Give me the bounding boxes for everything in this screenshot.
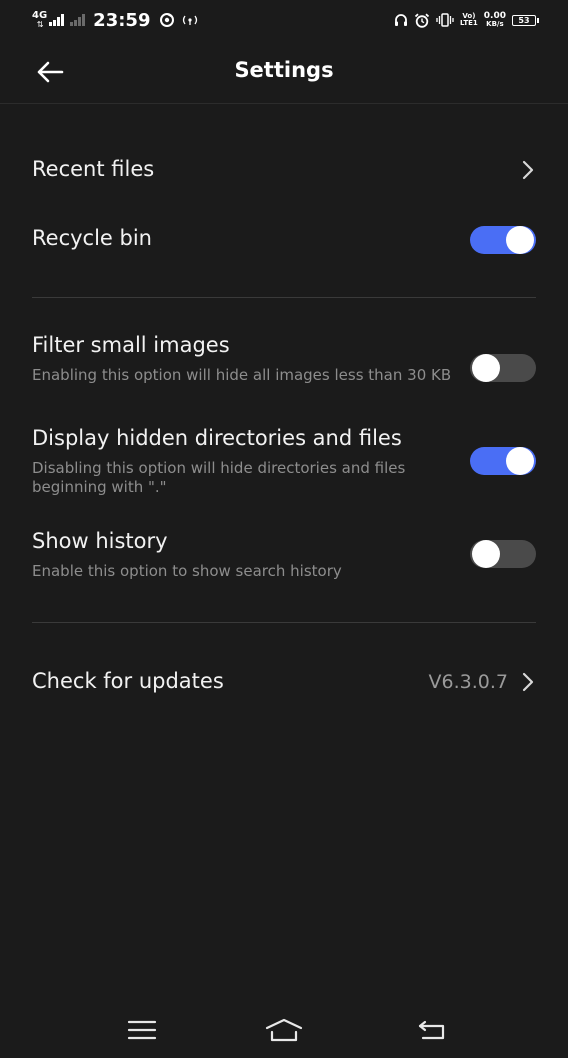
- toggle-knob: [472, 540, 500, 568]
- recycle-bin-label: Recycle bin: [32, 226, 152, 250]
- signal-sim2-icon: [70, 14, 86, 26]
- network-speed: 0.00 KB/s: [484, 12, 506, 28]
- divider: [32, 622, 536, 623]
- speed-unit: KB/s: [486, 20, 504, 28]
- filter-small-images-toggle[interactable]: [470, 354, 536, 382]
- display-hidden-toggle[interactable]: [470, 447, 536, 475]
- signal-sim1-icon: [49, 14, 65, 26]
- chevron-right-icon: [522, 160, 534, 180]
- battery-level: 53: [518, 15, 530, 25]
- toggle-knob: [506, 226, 534, 254]
- volte-indicator: Vo) LTE1: [460, 13, 478, 27]
- system-nav-bar: [0, 1000, 568, 1058]
- lte-label: LTE1: [460, 19, 478, 27]
- filter-small-images-description: Enabling this option will hide all image…: [32, 366, 452, 384]
- recent-files-label: Recent files: [32, 157, 155, 181]
- recycle-bin-toggle[interactable]: [470, 226, 536, 254]
- menu-button[interactable]: [120, 1014, 164, 1046]
- show-history-toggle[interactable]: [470, 540, 536, 568]
- check-updates-label: Check for updates: [32, 669, 224, 693]
- headphones-icon: [394, 13, 408, 27]
- alarm-icon: [414, 13, 430, 28]
- menu-icon: [127, 1020, 157, 1040]
- hotspot-icon: [182, 14, 198, 26]
- show-history-label: Show history: [32, 529, 168, 553]
- vibrate-icon: [436, 13, 454, 27]
- recent-files-row[interactable]: Recent files: [32, 150, 536, 190]
- page-title: Settings: [234, 58, 334, 82]
- filter-small-images-row: Filter small images Enabling this option…: [32, 330, 536, 406]
- show-history-row: Show history Enable this option to show …: [32, 526, 536, 586]
- display-hidden-description: Disabling this option will hide director…: [32, 459, 406, 496]
- display-hidden-label: Display hidden directories and files: [32, 426, 402, 450]
- status-left: 4G ⇅ 23:59: [32, 6, 206, 34]
- divider: [32, 297, 536, 298]
- chrome-icon: [160, 13, 175, 27]
- home-button[interactable]: [262, 1014, 306, 1046]
- data-arrows-icon: ⇅: [36, 20, 44, 29]
- version-label: V6.3.0.7: [428, 671, 508, 693]
- display-hidden-row: Display hidden directories and files Dis…: [32, 423, 536, 499]
- show-history-description: Enable this option to show search histor…: [32, 562, 342, 580]
- status-bar: 4G ⇅ 23:59 Vo) LTE1 0.00 KB/s 53: [0, 0, 568, 40]
- status-right: Vo) LTE1 0.00 KB/s 53: [394, 6, 539, 34]
- battery-icon: 53: [512, 14, 539, 26]
- check-updates-row[interactable]: Check for updates V6.3.0.7: [32, 662, 536, 702]
- toggle-knob: [472, 354, 500, 382]
- home-icon: [265, 1018, 303, 1042]
- status-time: 23:59: [93, 9, 151, 31]
- app-bar: Settings: [0, 40, 568, 104]
- recycle-bin-row: Recycle bin: [32, 220, 536, 260]
- toggle-knob: [506, 447, 534, 475]
- chevron-right-icon: [522, 672, 534, 692]
- back-return-icon: [418, 1020, 445, 1040]
- return-button[interactable]: [410, 1014, 454, 1046]
- network-indicator: 4G ⇅: [32, 11, 47, 29]
- filter-small-images-label: Filter small images: [32, 333, 230, 357]
